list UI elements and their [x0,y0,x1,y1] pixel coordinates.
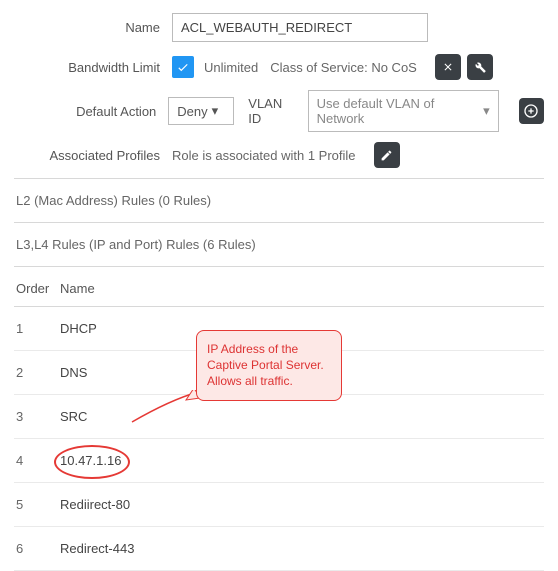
column-name-header: Name [60,281,542,296]
rule-order: 1 [16,321,60,336]
default-action-value: Deny [177,104,207,119]
associated-profiles-text: Role is associated with 1 Profile [172,148,356,163]
default-action-label: Default Action [14,104,168,119]
remove-cos-button[interactable] [435,54,461,80]
annotation-text: IP Address of the Captive Portal Server.… [207,342,324,388]
default-action-select[interactable]: Deny ▾ [168,97,234,125]
wrench-icon [473,60,487,74]
table-row[interactable]: 6Redirect-443 [14,527,544,571]
annotation-callout: IP Address of the Captive Portal Server.… [196,330,342,401]
l2-rules-header[interactable]: L2 (Mac Address) Rules (0 Rules) [14,179,544,222]
add-vlan-button[interactable] [519,98,544,124]
vlan-id-label: VLAN ID [248,96,297,126]
rule-name: 10.47.1.16 [60,453,542,468]
l3l4-rules-header[interactable]: L3,L4 Rules (IP and Port) Rules (6 Rules… [14,223,544,266]
check-icon [176,60,190,74]
pencil-icon [380,149,393,162]
annotation-pointer [130,390,200,430]
bandwidth-unlimited-text: Unlimited [204,60,258,75]
name-label: Name [14,20,172,35]
caret-down-icon: ▾ [483,103,490,119]
table-row[interactable]: 5Rediirect-80 [14,483,544,527]
name-input[interactable] [172,13,428,42]
rule-name: Rediirect-80 [60,497,542,512]
bandwidth-checkbox[interactable] [172,56,194,78]
edit-profiles-button[interactable] [374,142,400,168]
close-icon [442,61,454,73]
vlan-id-select[interactable]: Use default VLAN of Network ▾ [308,90,499,132]
associated-profiles-label: Associated Profiles [14,148,172,163]
cos-text: Class of Service: No CoS [270,60,417,75]
column-order-header: Order [16,281,60,296]
bandwidth-label: Bandwidth Limit [14,60,172,75]
edit-cos-button[interactable] [467,54,493,80]
rule-order: 5 [16,497,60,512]
vlan-id-placeholder: Use default VLAN of Network [317,96,482,126]
rule-order: 2 [16,365,60,380]
plus-circle-icon [523,103,539,119]
table-row[interactable]: 410.47.1.16 [14,439,544,483]
table-row[interactable]: 3SRC [14,395,544,439]
rule-order: 3 [16,409,60,424]
caret-down-icon: ▾ [212,103,219,119]
rule-order: 4 [16,453,60,468]
